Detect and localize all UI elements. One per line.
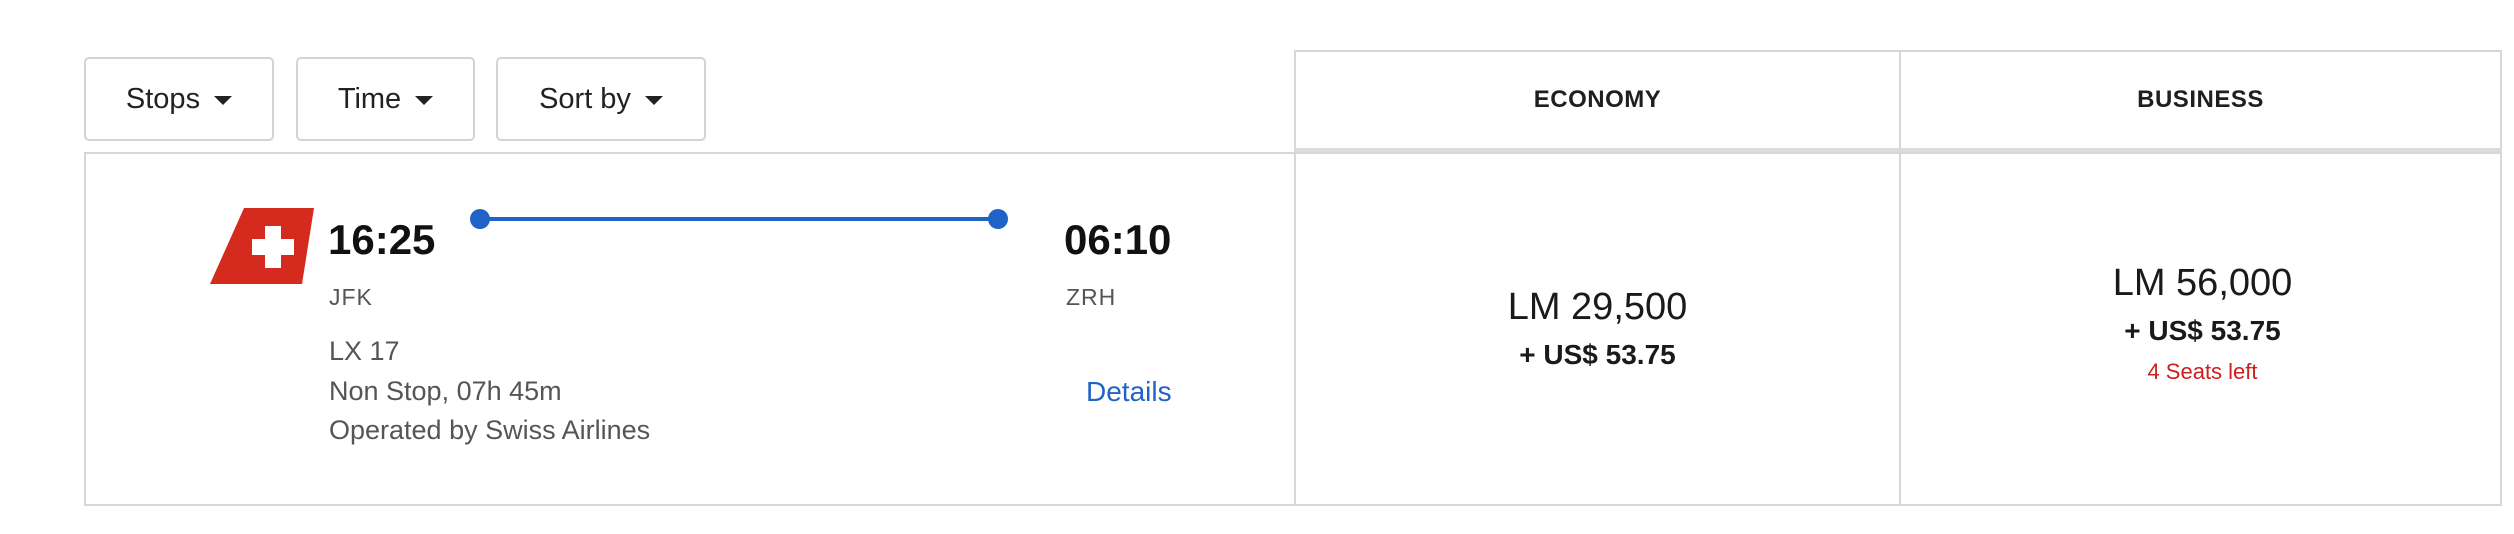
stops-filter-label: Stops [125, 82, 201, 115]
economy-fee: + US$ 53.75 [1519, 339, 1676, 370]
swiss-airlines-logo-icon [210, 208, 314, 284]
stops-filter-button[interactable]: Stops [84, 57, 274, 141]
economy-miles-price: LM 29,500 [1507, 286, 1688, 328]
flight-number: LX 17 [329, 336, 400, 366]
route-start-dot-icon [470, 209, 490, 229]
arrival-airport: ZRH [1066, 284, 1117, 310]
caret-down-icon [214, 95, 233, 105]
flight-operator: Operated by Swiss Airlines [329, 415, 651, 445]
departure-time: 16:25 [328, 216, 436, 263]
caret-down-icon [415, 95, 434, 105]
economy-cabin-header: ECONOMY [1294, 50, 1901, 152]
business-cabin-header: BUSINESS [1899, 50, 2502, 152]
economy-price-cell[interactable]: LM 29,500 + US$ 53.75 [1296, 286, 1899, 371]
seats-left-badge: 4 Seats left [2147, 359, 2258, 384]
business-price-cell[interactable]: LM 56,000 + US$ 53.75 4 Seats left [1901, 262, 2504, 385]
flight-duration: Non Stop, 07h 45m [329, 376, 562, 406]
time-filter-label: Time [337, 82, 402, 115]
sort-by-button[interactable]: Sort by [496, 57, 706, 141]
business-cabin-label: BUSINESS [2137, 86, 2264, 113]
caret-down-icon [644, 95, 663, 105]
flight-details-link[interactable]: Details [1086, 376, 1172, 408]
flight-result-card: 16:25 JFK 06:10 ZRH LX 17 Non Stop, 07h … [84, 152, 2502, 506]
economy-cabin-label: ECONOMY [1533, 86, 1662, 113]
sort-by-label: Sort by [539, 82, 631, 115]
business-fee: + US$ 53.75 [2124, 315, 2281, 346]
flight-route-line [470, 207, 1008, 231]
route-end-dot-icon [988, 209, 1008, 229]
arrival-time: 06:10 [1064, 216, 1172, 263]
departure-airport: JFK [329, 284, 373, 310]
time-filter-button[interactable]: Time [296, 57, 475, 141]
business-miles-price: LM 56,000 [2112, 262, 2293, 304]
route-line [480, 217, 998, 221]
